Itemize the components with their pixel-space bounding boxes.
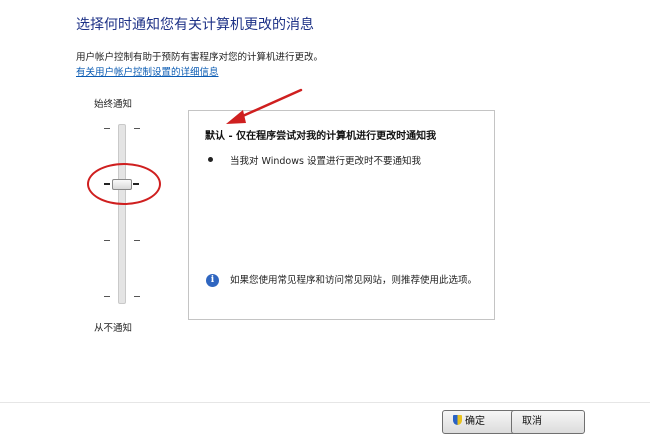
annotation-circle xyxy=(87,163,161,205)
level-bullet: 当我对 Windows 设置进行更改时不要通知我 xyxy=(230,156,421,167)
slider-tick xyxy=(134,128,140,129)
info-icon: i xyxy=(206,274,219,287)
level-recommendation: 如果您使用常见程序和访问常见网站，则推荐使用此选项。 xyxy=(230,275,478,286)
ok-button[interactable]: 确定 xyxy=(442,410,516,434)
slider-tick xyxy=(134,240,140,241)
slider-label-never-notify: 从不通知 xyxy=(94,323,133,334)
level-heading: 默认 - 仅在程序尝试对我的计算机进行更改时通知我 xyxy=(205,131,437,142)
shield-icon xyxy=(453,415,462,425)
slider-tick xyxy=(104,128,110,129)
footer-divider xyxy=(0,402,650,403)
uac-details-link[interactable]: 有关用户帐户控制设置的详细信息 xyxy=(76,64,219,78)
slider-track[interactable] xyxy=(118,124,126,304)
page-title: 选择何时通知您有关计算机更改的消息 xyxy=(76,17,314,33)
bullet-icon xyxy=(208,157,213,162)
slider-tick xyxy=(134,296,140,297)
slider-tick xyxy=(104,296,110,297)
slider-label-always-notify: 始终通知 xyxy=(94,99,133,110)
page-description: 用户帐户控制有助于预防有害程序对您的计算机进行更改。 xyxy=(76,52,324,63)
cancel-button-label: 取消 xyxy=(522,416,542,427)
slider-tick xyxy=(104,240,110,241)
ok-button-label: 确定 xyxy=(465,416,485,427)
cancel-button[interactable]: 取消 xyxy=(511,410,585,434)
